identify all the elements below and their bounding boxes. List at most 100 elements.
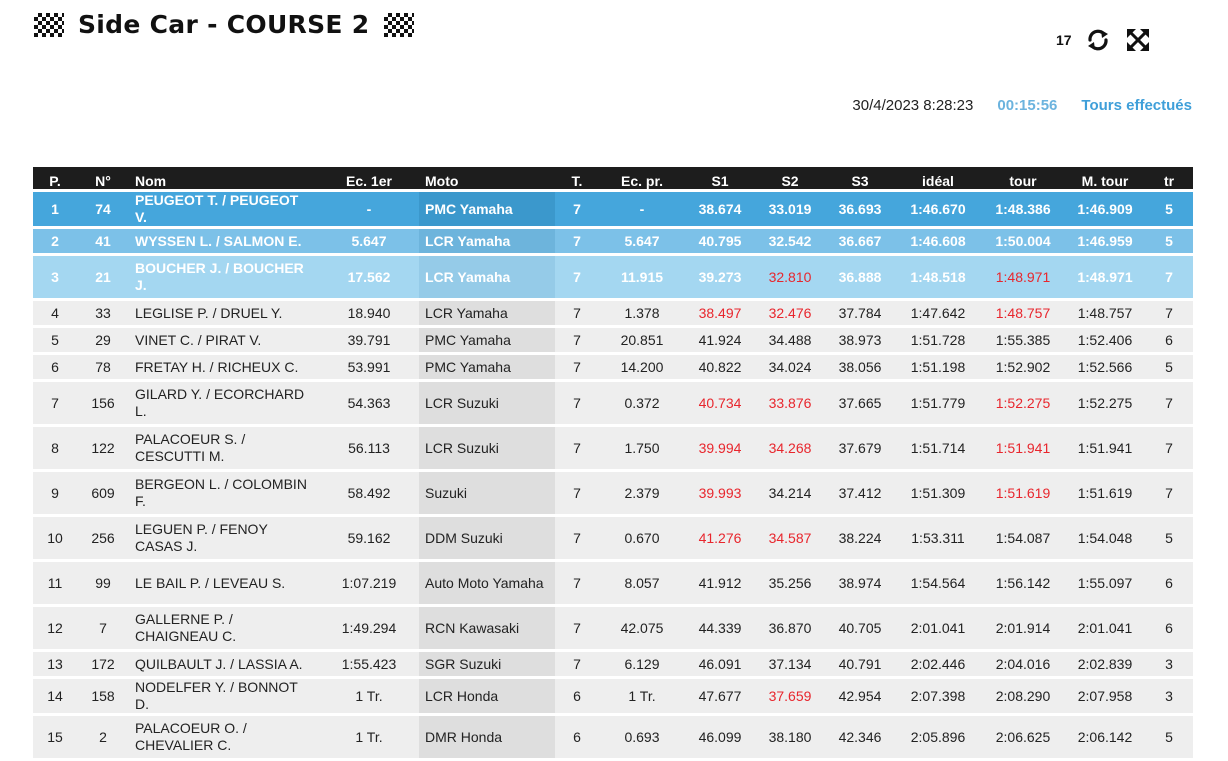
cell-number: 7 — [77, 607, 129, 649]
table-row[interactable]: 5 29 VINET C. / PIRAT V. 39.791 PMC Yamaha 7 2… — [33, 328, 1193, 352]
cell-name: BOUCHER J. / BOUCHER J. — [129, 256, 319, 298]
cell-gap-leader: 1 Tr. — [319, 679, 419, 713]
table-row[interactable]: 2 41 WYSSEN L. / SALMON E. 5.647 LCR Yamaha 7… — [33, 229, 1193, 253]
cell-s3: 37.784 — [825, 301, 895, 325]
cell-last-lap: 2:01.914 — [981, 607, 1065, 649]
cell-last-lap: 1:55.385 — [981, 328, 1065, 352]
cell-position: 3 — [33, 256, 77, 298]
cell-s2: 36.870 — [755, 607, 825, 649]
cell-s2: 35.256 — [755, 562, 825, 604]
table-row[interactable]: 4 33 LEGLISE P. / DRUEL Y. 18.940 LCR Yamaha… — [33, 301, 1193, 325]
cell-position: 4 — [33, 301, 77, 325]
cell-s1: 44.339 — [685, 607, 755, 649]
cell-name: QUILBAULT J. / LASSIA A. — [129, 652, 319, 676]
cell-best-lap: 1:52.566 — [1065, 355, 1145, 379]
cell-laps: 7 — [555, 229, 599, 253]
table-row[interactable]: 14 158 NODELFER Y. / BONNOT D. 1 Tr. LCR Hon… — [33, 679, 1193, 713]
cell-best-lap: 1:51.941 — [1065, 427, 1145, 469]
cell-laps: 7 — [555, 562, 599, 604]
cell-best-lap: 1:46.959 — [1065, 229, 1145, 253]
table-row[interactable]: 1 74 PEUGEOT T. / PEUGEOT V. - PMC Yamaha 7-3… — [33, 192, 1193, 226]
column-header: tr — [1145, 167, 1193, 189]
cell-gap-previous: 5.647 — [599, 229, 685, 253]
cell-position: 14 — [33, 679, 77, 713]
cell-s3: 37.679 — [825, 427, 895, 469]
cell-name: NODELFER Y. / BONNOT D. — [129, 679, 319, 713]
table-row[interactable]: 13 172 QUILBAULT J. / LASSIA A. 1:55.423 SGR… — [33, 652, 1193, 676]
tours-effectues-link[interactable]: Tours effectués — [1081, 97, 1192, 114]
table-row[interactable]: 10 256 LEGUEN P. / FENOY CASAS J. 59.162 DDM… — [33, 517, 1193, 559]
cell-number: 78 — [77, 355, 129, 379]
fullscreen-icon[interactable] — [1124, 26, 1152, 54]
cell-gap-leader: 17.562 — [319, 256, 419, 298]
cell-gap-previous: 2.379 — [599, 472, 685, 514]
checkered-flag-icon — [34, 12, 64, 37]
table-row[interactable]: 12 7 GALLERNE P. / CHAIGNEAU C. 1:49.294 RCN… — [33, 607, 1193, 649]
table-row[interactable]: 15 2 PALACOEUR O. / CHEVALIER C. 1 Tr. DMR H… — [33, 716, 1193, 758]
cell-moto: LCR Yamaha — [419, 229, 555, 253]
cell-tr: 7 — [1145, 301, 1193, 325]
cell-ideal-lap: 2:07.398 — [895, 679, 981, 713]
cell-gap-previous: 0.670 — [599, 517, 685, 559]
cell-name: GILARD Y. / ECORCHARD L. — [129, 382, 319, 424]
cell-name: PALACOEUR O. / CHEVALIER C. — [129, 716, 319, 758]
cell-gap-previous: 20.851 — [599, 328, 685, 352]
cell-last-lap: 2:08.290 — [981, 679, 1065, 713]
cell-tr: 7 — [1145, 256, 1193, 298]
cell-moto: PMC Yamaha — [419, 328, 555, 352]
cell-moto: LCR Suzuki — [419, 427, 555, 469]
column-header: S3 — [825, 167, 895, 189]
cell-ideal-lap: 2:02.446 — [895, 652, 981, 676]
cell-s2: 32.810 — [755, 256, 825, 298]
page-header: Side Car - COURSE 2 17 30/4/2023 8:28:23… — [0, 0, 1228, 160]
table-row[interactable]: 8 122 PALACOEUR S. / CESCUTTI M. 56.113 LCR … — [33, 427, 1193, 469]
cell-number: 74 — [77, 192, 129, 226]
table-row[interactable]: 7 156 GILARD Y. / ECORCHARD L. 54.363 LCR Su… — [33, 382, 1193, 424]
cell-gap-previous: 42.075 — [599, 607, 685, 649]
table-header: P. N° Nom Ec. 1er Moto T. Ec. pr. S1 S2 S3 idéal to… — [33, 167, 1193, 189]
cell-laps: 7 — [555, 652, 599, 676]
table-row[interactable]: 11 99 LE BAIL P. / LEVEAU S. 1:07.219 Auto M… — [33, 562, 1193, 604]
header-controls: 17 — [1056, 26, 1152, 54]
cell-last-lap: 1:50.004 — [981, 229, 1065, 253]
cell-number: 41 — [77, 229, 129, 253]
cell-laps: 7 — [555, 256, 599, 298]
cell-s2: 34.268 — [755, 427, 825, 469]
cell-best-lap: 1:52.406 — [1065, 328, 1145, 352]
cell-s2: 33.876 — [755, 382, 825, 424]
cell-name: LEGLISE P. / DRUEL Y. — [129, 301, 319, 325]
cell-gap-leader: 1:49.294 — [319, 607, 419, 649]
column-header: Ec. 1er — [319, 167, 419, 189]
cell-name: GALLERNE P. / CHAIGNEAU C. — [129, 607, 319, 649]
cell-s2: 33.019 — [755, 192, 825, 226]
cell-gap-leader: 39.791 — [319, 328, 419, 352]
table-row[interactable]: 3 21 BOUCHER J. / BOUCHER J. 17.562 LCR Yama… — [33, 256, 1193, 298]
cell-best-lap: 1:52.275 — [1065, 382, 1145, 424]
cell-laps: 7 — [555, 382, 599, 424]
cell-number: 609 — [77, 472, 129, 514]
cell-s3: 37.665 — [825, 382, 895, 424]
cell-s2: 32.476 — [755, 301, 825, 325]
cell-s1: 38.497 — [685, 301, 755, 325]
cell-laps: 7 — [555, 472, 599, 514]
cell-s3: 42.954 — [825, 679, 895, 713]
cell-number: 99 — [77, 562, 129, 604]
cell-last-lap: 1:48.757 — [981, 301, 1065, 325]
cell-last-lap: 1:51.941 — [981, 427, 1065, 469]
column-header: S2 — [755, 167, 825, 189]
cell-moto: LCR Suzuki — [419, 382, 555, 424]
cell-s3: 38.974 — [825, 562, 895, 604]
cell-laps: 7 — [555, 301, 599, 325]
cell-s1: 46.091 — [685, 652, 755, 676]
table-row[interactable]: 9 609 BERGEON L. / COLOMBIN F. 58.492 Suzuki… — [33, 472, 1193, 514]
table-row[interactable]: 6 78 FRETAY H. / RICHEUX C. 53.991 PMC Yamah… — [33, 355, 1193, 379]
cell-gap-previous: 1.750 — [599, 427, 685, 469]
cell-s1: 41.912 — [685, 562, 755, 604]
cell-laps: 7 — [555, 192, 599, 226]
cell-position: 9 — [33, 472, 77, 514]
refresh-icon[interactable] — [1084, 26, 1112, 54]
cell-s2: 34.024 — [755, 355, 825, 379]
cell-tr: 5 — [1145, 716, 1193, 758]
cell-laps: 7 — [555, 427, 599, 469]
cell-name: PEUGEOT T. / PEUGEOT V. — [129, 192, 319, 226]
